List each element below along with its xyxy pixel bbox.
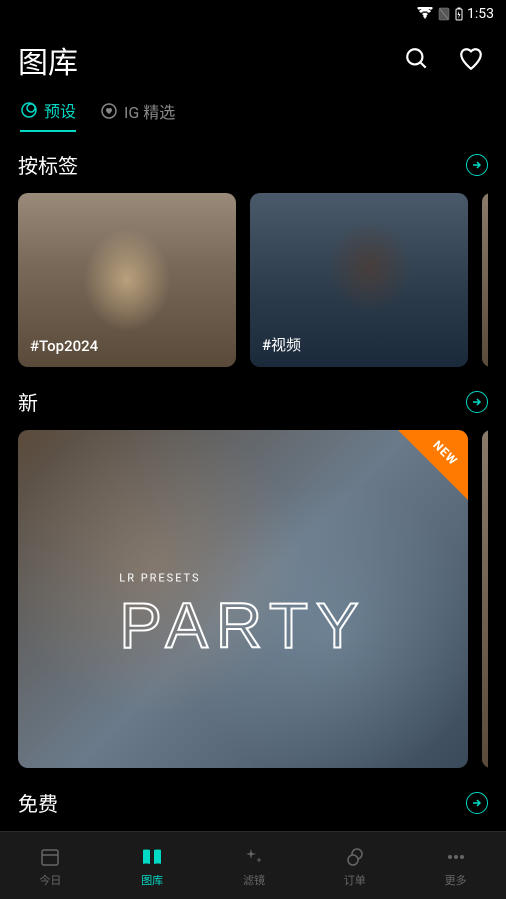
see-more-button[interactable]: [466, 792, 488, 814]
orders-icon: [344, 844, 366, 870]
tag-card-top2024[interactable]: #Top2024: [18, 193, 236, 367]
favorite-button[interactable]: [454, 42, 488, 79]
see-more-button[interactable]: [466, 391, 488, 413]
status-bar: 1:53: [0, 0, 506, 28]
tab-presets[interactable]: 预设: [20, 98, 76, 132]
card-title: PARTY: [119, 589, 366, 663]
nav-orders[interactable]: 订单: [344, 844, 366, 888]
card-image: [482, 193, 488, 367]
nav-library[interactable]: 图库: [140, 844, 164, 888]
sparkle-icon: [243, 844, 265, 870]
ig-icon: [100, 102, 118, 120]
section-free: 免费: [0, 782, 506, 827]
card-overlay: LR PRESETS PARTY: [119, 572, 366, 663]
section-title: 新: [18, 387, 38, 416]
nav-label: 图库: [141, 872, 163, 888]
card-label: #Top2024: [30, 337, 98, 355]
search-button[interactable]: [400, 42, 434, 79]
header: 图库: [0, 28, 506, 98]
card-label: #视频: [262, 334, 301, 355]
new-card-row[interactable]: NEW LR PRESETS PARTY: [18, 430, 488, 768]
arrow-right-icon: [471, 159, 483, 171]
tab-label: IG 精选: [124, 99, 175, 123]
tag-card-partial[interactable]: #: [482, 193, 488, 367]
calendar-icon: [39, 844, 61, 870]
sim-icon: [437, 7, 451, 21]
see-more-button[interactable]: [466, 154, 488, 176]
section-by-tag: 按标签 #Top2024 #视频 #: [0, 144, 506, 381]
bottom-nav: 今日 图库 滤镜 订单 更多: [0, 831, 506, 899]
battery-icon: [454, 7, 464, 21]
nav-filters[interactable]: 滤镜: [243, 844, 265, 888]
heart-icon: [458, 46, 484, 72]
section-header: 按标签: [18, 150, 488, 179]
new-badge: [398, 430, 468, 500]
header-actions: [400, 42, 488, 79]
content-area: 按标签 #Top2024 #视频 # 新: [0, 144, 506, 827]
section-header: 免费: [18, 788, 488, 817]
status-icons: 1:53: [416, 6, 494, 22]
wifi-icon: [416, 7, 434, 21]
page-title: 图库: [18, 38, 78, 82]
tab-ig-featured[interactable]: IG 精选: [100, 98, 175, 132]
presets-icon: [20, 101, 38, 119]
nav-label: 滤镜: [243, 872, 265, 888]
new-card-party[interactable]: NEW LR PRESETS PARTY: [18, 430, 468, 768]
section-title: 按标签: [18, 150, 78, 179]
search-icon: [404, 46, 430, 72]
tag-card-video[interactable]: #视频: [250, 193, 468, 367]
tabs: 预设 IG 精选: [0, 98, 506, 144]
section-new: 新 NEW LR PRESETS PARTY: [0, 381, 506, 782]
new-card-partial[interactable]: [482, 430, 488, 768]
more-icon: [445, 844, 467, 870]
library-icon: [140, 844, 164, 870]
nav-label: 今日: [39, 872, 61, 888]
arrow-right-icon: [471, 396, 483, 408]
nav-label: 更多: [445, 872, 467, 888]
nav-label: 订单: [344, 872, 366, 888]
nav-more[interactable]: 更多: [445, 844, 467, 888]
status-time: 1:53: [467, 6, 494, 22]
section-title: 免费: [18, 788, 58, 817]
card-subtitle: LR PRESETS: [119, 572, 366, 585]
arrow-right-icon: [471, 797, 483, 809]
tag-card-row[interactable]: #Top2024 #视频 #: [18, 193, 488, 367]
tab-label: 预设: [44, 98, 76, 122]
card-image: [482, 430, 488, 768]
nav-today[interactable]: 今日: [39, 844, 61, 888]
section-header: 新: [18, 387, 488, 416]
